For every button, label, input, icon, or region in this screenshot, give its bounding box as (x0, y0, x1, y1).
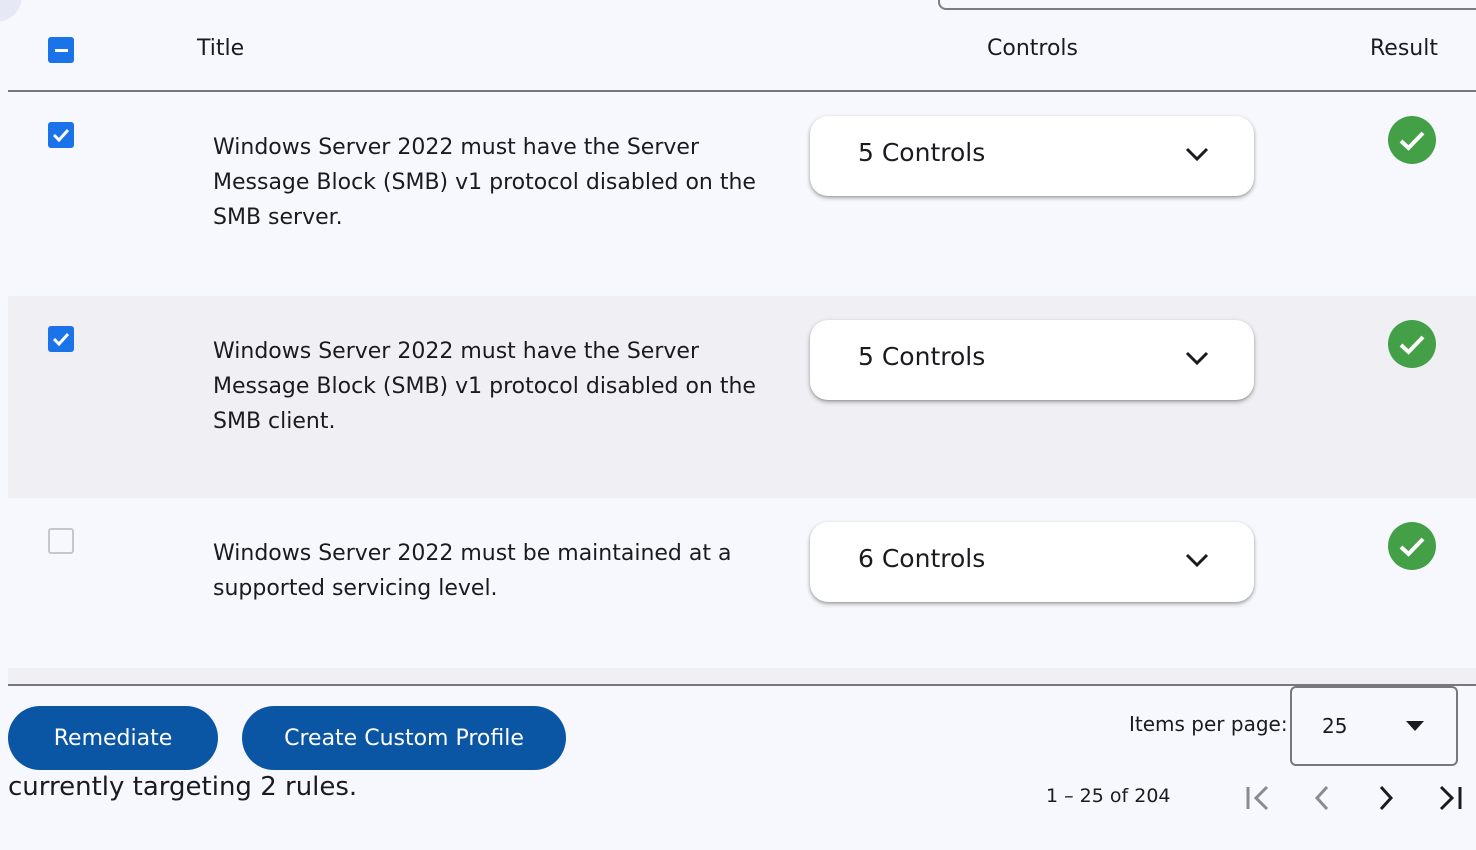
controls-dropdown-label: 6 Controls (858, 544, 986, 573)
controls-dropdown-label: 5 Controls (858, 342, 986, 371)
top-field-outline (938, 0, 1476, 10)
compliance-rules-table-view: Title Controls Result Windows Server 202… (0, 0, 1476, 850)
controls-dropdown[interactable]: 5 Controls (810, 320, 1254, 400)
first-page-icon (1246, 785, 1269, 811)
remediate-button[interactable]: Remediate (8, 706, 218, 770)
check-circle-icon (1388, 320, 1436, 368)
last-page-button[interactable] (1428, 776, 1472, 820)
last-page-icon (1439, 785, 1462, 811)
dropdown-arrow-icon (1406, 721, 1424, 731)
chevron-down-icon (1185, 147, 1209, 162)
previous-page-button[interactable] (1300, 776, 1344, 820)
column-header-title[interactable]: Title (197, 36, 244, 61)
chevron-down-icon (1185, 553, 1209, 568)
column-header-result[interactable]: Result (1370, 36, 1438, 61)
controls-dropdown[interactable]: 6 Controls (810, 522, 1254, 602)
checkmark-icon (52, 332, 70, 346)
table-row: Windows Server 2022 must be maintained a… (8, 498, 1476, 668)
chevron-down-icon (1185, 351, 1209, 366)
table-row: Windows Server 2022 must have the Server… (8, 92, 1476, 296)
checkmark-icon (52, 128, 70, 142)
table-row: Windows Server 2022 must have the Server… (8, 296, 1476, 498)
items-per-page-value: 25 (1322, 714, 1348, 738)
rule-title: Windows Server 2022 must have the Server… (213, 339, 756, 434)
column-header-controls[interactable]: Controls (987, 36, 1078, 61)
indeterminate-dash-icon (54, 48, 68, 52)
rule-title: Windows Server 2022 must have the Server… (213, 135, 756, 230)
page-range-label: 1 – 25 of 204 (1046, 785, 1171, 807)
chevron-left-icon (1314, 785, 1329, 811)
rule-title: Windows Server 2022 must be maintained a… (213, 541, 732, 601)
create-custom-profile-button[interactable]: Create Custom Profile (242, 706, 566, 770)
next-page-button[interactable] (1364, 776, 1408, 820)
controls-dropdown[interactable]: 5 Controls (810, 116, 1254, 196)
check-circle-icon (1388, 522, 1436, 570)
first-page-button[interactable] (1236, 776, 1280, 820)
row-checkbox[interactable] (48, 528, 74, 554)
corner-decoration (0, 0, 22, 22)
check-circle-icon (1388, 116, 1436, 164)
row-checkbox[interactable] (48, 326, 74, 352)
items-per-page-label: Items per page: (1129, 712, 1288, 736)
row-checkbox[interactable] (48, 122, 74, 148)
chevron-right-icon (1379, 785, 1394, 811)
controls-dropdown-label: 5 Controls (858, 138, 986, 167)
items-per-page-select[interactable]: 25 (1290, 686, 1458, 766)
table-row-partial (8, 668, 1476, 684)
table-bottom-divider (8, 684, 1476, 686)
targeting-status-text: currently targeting 2 rules. (8, 772, 358, 802)
select-all-checkbox[interactable] (48, 37, 74, 63)
